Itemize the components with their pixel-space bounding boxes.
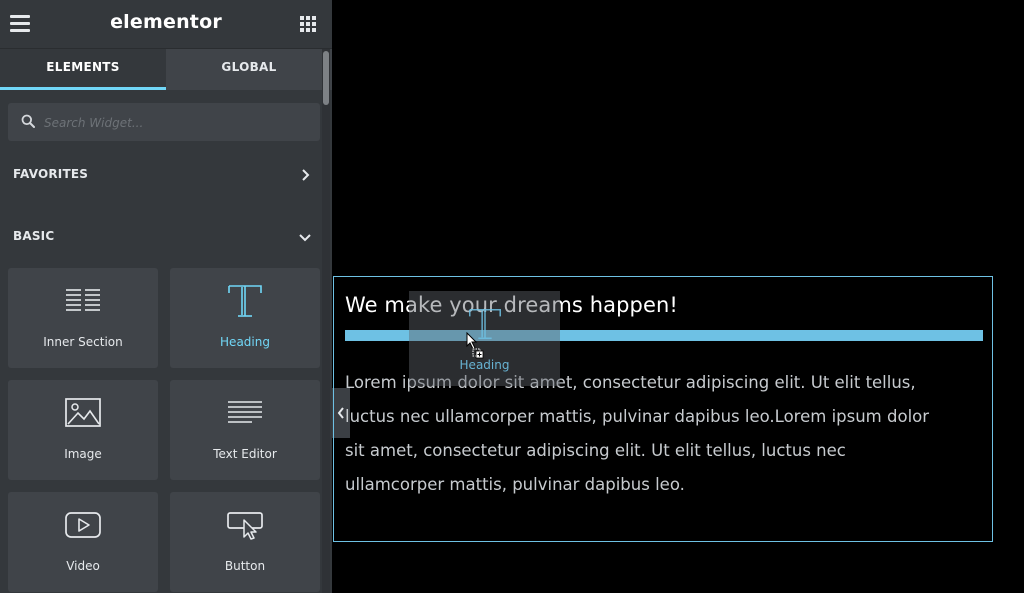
section-heading[interactable]: We make your dreams happen! bbox=[345, 293, 678, 317]
heading-icon bbox=[228, 285, 262, 317]
widget-heading[interactable]: Heading bbox=[170, 268, 320, 368]
widget-text-editor[interactable]: Text Editor bbox=[170, 380, 320, 480]
canvas-section[interactable]: We make your dreams happen! Lorem ipsum … bbox=[333, 276, 993, 542]
category-basic[interactable]: BASIC bbox=[0, 217, 322, 257]
widget-label: Video bbox=[66, 559, 100, 573]
button-icon bbox=[227, 512, 263, 540]
scrollbar-thumb[interactable] bbox=[323, 51, 329, 105]
tab-global[interactable]: GLOBAL bbox=[166, 49, 332, 90]
widget-label: Heading bbox=[220, 335, 270, 349]
tab-elements[interactable]: ELEMENTS bbox=[0, 49, 166, 90]
category-basic-title: BASIC bbox=[13, 229, 55, 243]
search-field bbox=[8, 103, 320, 143]
text-line: luctus nec ullamcorper mattis, pulvinar … bbox=[345, 407, 930, 426]
widget-label: Text Editor bbox=[213, 447, 277, 461]
panel-header: elementor bbox=[0, 0, 332, 49]
text-line: ullamcorper mattis, pulvinar dapibus leo… bbox=[345, 475, 685, 494]
panel-scrollbar[interactable] bbox=[322, 49, 330, 593]
widget-video[interactable]: Video bbox=[8, 492, 158, 592]
elementor-panel: elementor ELEMENTS GLOBAL FAVORITES BASI… bbox=[0, 0, 332, 593]
widget-label: Image bbox=[64, 447, 102, 461]
grid-icon[interactable] bbox=[300, 16, 316, 32]
search-input[interactable] bbox=[42, 103, 316, 143]
image-icon bbox=[65, 398, 101, 427]
widget-image[interactable]: Image bbox=[8, 380, 158, 480]
category-favorites-title: FAVORITES bbox=[13, 167, 89, 181]
text-line: sit amet, consectetur adipiscing elit. U… bbox=[345, 441, 846, 460]
widget-label: Button bbox=[224, 559, 266, 573]
widget-button[interactable]: Button bbox=[170, 492, 320, 592]
search-icon bbox=[21, 114, 35, 128]
text-line: Lorem ipsum dolor sit amet, consectetur … bbox=[345, 373, 916, 392]
elementor-logo: elementor bbox=[110, 11, 222, 33]
inner-section-icon bbox=[66, 289, 100, 311]
category-favorites[interactable]: FAVORITES bbox=[0, 155, 322, 195]
chevron-right-icon bbox=[302, 169, 310, 181]
panel-tabs: ELEMENTS GLOBAL bbox=[0, 49, 332, 90]
section-text[interactable]: Lorem ipsum dolor sit amet, consectetur … bbox=[345, 366, 985, 502]
divider[interactable] bbox=[345, 330, 983, 341]
text-editor-icon bbox=[228, 401, 262, 423]
widget-label: Inner Section bbox=[43, 335, 123, 349]
chevron-down-icon bbox=[299, 234, 311, 242]
video-icon bbox=[65, 512, 101, 538]
widget-inner-section[interactable]: Inner Section bbox=[8, 268, 158, 368]
